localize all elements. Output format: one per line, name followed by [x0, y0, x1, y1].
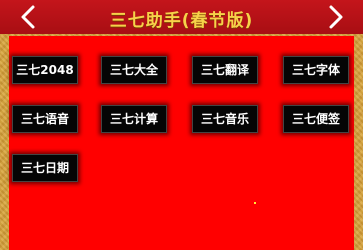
chevron-right-icon — [329, 5, 343, 29]
forward-button[interactable] — [326, 4, 346, 30]
tile-calculator[interactable]: 三七计算 — [101, 105, 167, 133]
tile-voice[interactable]: 三七语音 — [12, 105, 78, 133]
tile-date[interactable]: 三七日期 — [12, 154, 78, 182]
tile-2048[interactable]: 三七2048 — [12, 56, 78, 84]
sparkle — [254, 202, 256, 204]
tile-notes[interactable]: 三七便签 — [283, 105, 349, 133]
main-panel: 三七2048 三七大全 三七翻译 三七字体 三七语音 三七计算 三七音乐 三七便… — [9, 36, 354, 250]
page-title: 三七助手(春节版) — [109, 11, 254, 31]
tile-font[interactable]: 三七字体 — [283, 56, 349, 84]
tile-music[interactable]: 三七音乐 — [192, 105, 258, 133]
header-bar: 三七助手(春节版) — [0, 0, 363, 34]
tile-translate[interactable]: 三七翻译 — [192, 56, 258, 84]
tile-encyclopedia[interactable]: 三七大全 — [101, 56, 167, 84]
